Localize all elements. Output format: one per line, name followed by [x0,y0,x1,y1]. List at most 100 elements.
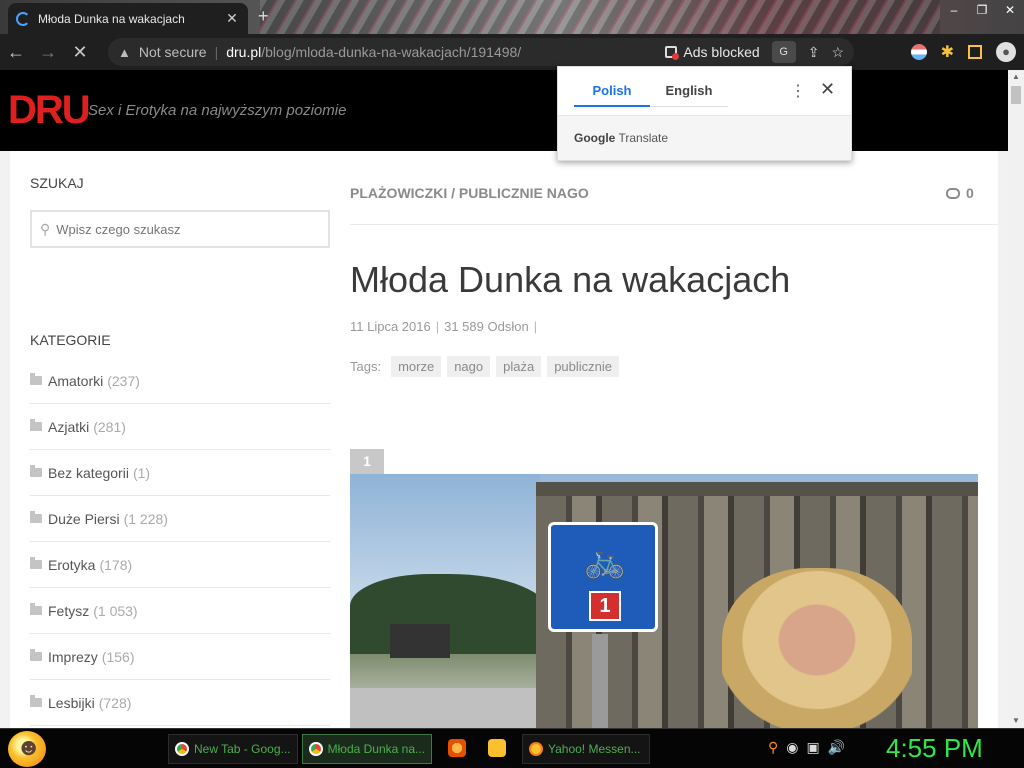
window-controls: ‒ ❐ ✕ [940,0,1024,20]
network-tray-icon[interactable]: ▣ [806,739,819,756]
category-item[interactable]: Azjatki (281) [30,404,330,450]
category-list: Amatorki (237) Azjatki (281) Bez kategorii… [30,358,330,726]
folder-icon [30,373,42,385]
not-secure-warning-icon: ▲ [118,44,131,60]
category-item[interactable]: Erotyka (178) [30,542,330,588]
google-translate-brand: Google Translate [574,131,668,145]
category-item[interactable]: Imprezy (156) [30,634,330,680]
disc-tray-icon[interactable]: ◉ [786,739,798,756]
translate-icon[interactable]: G [771,41,796,63]
post-title: Młoda Dunka na wakacjach [350,259,791,300]
chrome-icon [175,742,189,756]
start-button-smiley-icon[interactable] [8,731,46,767]
category-name[interactable]: Duże Piersi [48,511,120,527]
search-box[interactable]: ⚲ [30,210,330,248]
bookmark-star-icon[interactable]: ☆ [831,44,844,61]
category-name[interactable]: Bez kategorii [48,465,129,481]
address-bar[interactable]: ▲ Not secure | dru.pl/blog/mloda-dunka-n… [108,38,854,66]
system-tray: ⚲ ◉ ▣ 🔊 [768,739,845,756]
category-count: (156) [101,648,135,665]
profile-avatar-icon[interactable]: ● [996,42,1016,62]
task-label: Yahoo! Messen... [548,742,641,756]
task-label: Młoda Dunka na... [327,742,425,756]
tag-chip[interactable]: plaża [496,356,542,377]
page-scrollbar[interactable]: ▲ ▼ [1008,70,1024,728]
search-input[interactable] [56,221,307,237]
post-category-breadcrumb[interactable]: PLAŻOWICZKI / PUBLICZNIE NAGO [350,185,589,201]
share-icon[interactable]: ⇪ [808,44,820,61]
comment-count: 0 [966,185,974,201]
taskbar-clock[interactable]: 4:55 PM [886,733,983,764]
category-count: (237) [107,372,140,389]
category-name[interactable]: Azjatki [48,419,89,435]
comment-bubble-icon [946,187,960,199]
bicycle-route-sign: 🚲 1 [548,522,658,632]
category-name[interactable]: Amatorki [48,373,103,389]
category-count: (1) [132,464,151,481]
route-number-plate: 1 [589,591,621,621]
tag-chip[interactable]: publicznie [547,356,620,377]
browser-tab-active[interactable]: Młoda Dunka na wakacjach ✕ [8,3,248,34]
task-label: New Tab - Goog... [194,742,291,756]
tags-label: Tags: [350,359,382,374]
comment-count-link[interactable]: 0 [946,185,974,201]
category-name[interactable]: Erotyka [48,557,95,573]
category-item[interactable]: Fetysz (1 053) [30,588,330,634]
flag-extension-icon[interactable] [910,44,927,60]
category-name[interactable]: Lesbijki [48,695,95,711]
minimize-button[interactable]: ‒ [940,0,968,20]
post-photo[interactable]: 🚲 1 [350,474,978,728]
site-logo[interactable]: DRU [8,88,91,133]
web-page: DRU Sex i Erotyka na najwyższym poziomie… [0,70,1008,728]
photo-sign-pole [592,634,608,728]
bicycle-icon: 🚲 [583,542,627,580]
firefox-icon[interactable] [448,739,466,757]
taskbar-item-mloda-dunka[interactable]: Młoda Dunka na... [302,734,432,764]
folder-icon [30,649,42,661]
taskbar-item-yahoo-messenger[interactable]: Yahoo! Messen... [522,734,650,764]
new-tab-button[interactable]: + [258,6,269,27]
scrollbar-thumb[interactable] [1011,86,1021,104]
stop-loading-button[interactable]: ✕ [64,34,96,70]
post-date: 11 Lipca 2016 [350,319,431,334]
category-item[interactable]: Lesbijki (728) [30,680,330,726]
window-close-button[interactable]: ✕ [996,0,1024,20]
ads-blocked-button[interactable]: Ads blocked [665,44,760,60]
category-item[interactable]: Duże Piersi (1 228) [30,496,330,542]
folder-icon[interactable] [488,739,506,757]
category-item[interactable]: Bez kategorii (1) [30,450,330,496]
volume-icon[interactable]: 🔊 [828,739,845,756]
scroll-down-arrow-icon[interactable]: ▼ [1008,714,1024,728]
scroll-up-arrow-icon[interactable]: ▲ [1008,70,1024,84]
theme-decoration [260,0,940,34]
tab-title: Młoda Dunka na wakacjach [38,11,185,26]
photo-person [722,568,912,728]
category-name[interactable]: Imprezy [48,649,98,665]
tag-chip[interactable]: morze [391,356,442,377]
tag-chip[interactable]: nago [447,356,491,377]
side-panel-icon[interactable] [968,45,982,59]
tab-close-icon[interactable]: ✕ [224,10,240,27]
restore-button[interactable]: ❐ [968,0,996,20]
category-name[interactable]: Fetysz [48,603,89,619]
yahoo-smiley-icon [529,742,543,756]
photo-fence-rail [536,482,978,496]
security-label[interactable]: Not secure [139,44,207,60]
meta-separator: | [533,319,538,334]
screen: Młoda Dunka na wakacjach ✕ + ‒ ❐ ✕ ← → ✕… [0,0,1024,768]
more-options-icon[interactable]: ⋮ [790,81,806,101]
tab-polish[interactable]: Polish [574,79,650,107]
translate-popup: Polish English ⋮ ✕ Google Translate [557,66,852,161]
category-count: (1 053) [93,602,138,619]
category-item[interactable]: Amatorki (237) [30,358,330,404]
close-icon[interactable]: ✕ [820,79,835,100]
chrome-icon [309,742,323,756]
site-header: DRU Sex i Erotyka na najwyższym poziomie [0,70,1008,151]
ads-blocked-label: Ads blocked [683,44,760,60]
taskbar-item-new-tab[interactable]: New Tab - Goog... [168,734,298,764]
forward-button[interactable]: → [32,34,64,70]
tab-english[interactable]: English [650,79,728,107]
search-tray-icon[interactable]: ⚲ [768,739,778,756]
extensions-puzzle-icon[interactable]: ✱ [941,42,954,62]
back-button[interactable]: ← [0,34,32,70]
